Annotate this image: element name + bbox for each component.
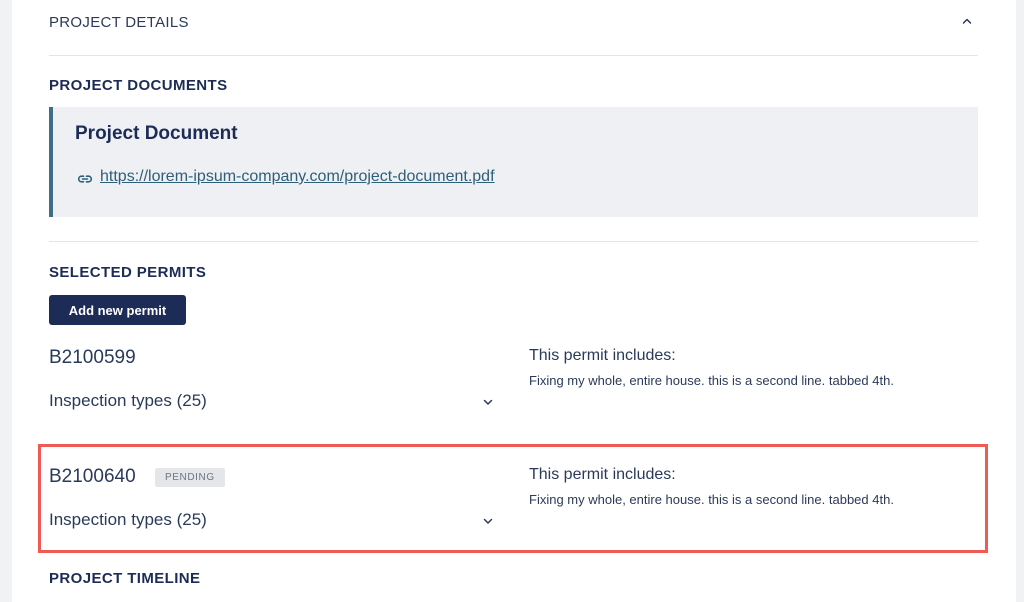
project-document-card: Project Document https://lorem-ipsum-com… [49, 107, 978, 217]
inspection-types-toggle[interactable]: Inspection types (25) [49, 391, 207, 411]
chevron-up-icon[interactable] [960, 14, 974, 28]
divider [49, 241, 978, 242]
divider [49, 55, 978, 56]
link-icon [77, 175, 93, 183]
permit-id: B2100599 [49, 347, 136, 368]
project-details-header[interactable]: PROJECT DETAILS [49, 14, 189, 31]
document-link[interactable]: https://lorem-ipsum-company.com/project-… [100, 168, 495, 186]
chevron-down-icon[interactable] [481, 395, 495, 409]
selected-permits-heading: SELECTED PERMITS [49, 264, 207, 281]
document-title: Project Document [75, 123, 238, 144]
project-timeline-heading: PROJECT TIMELINE [49, 570, 201, 587]
permit-includes-title: This permit includes: [529, 347, 676, 364]
permit-item: B2100599 Inspection types (25) This perm… [49, 347, 979, 447]
project-documents-heading: PROJECT DOCUMENTS [49, 77, 228, 94]
highlight-outline [38, 444, 988, 553]
permit-includes-description: Fixing my whole, entire house. this is a… [529, 373, 894, 388]
add-new-permit-button[interactable]: Add new permit [49, 295, 186, 325]
